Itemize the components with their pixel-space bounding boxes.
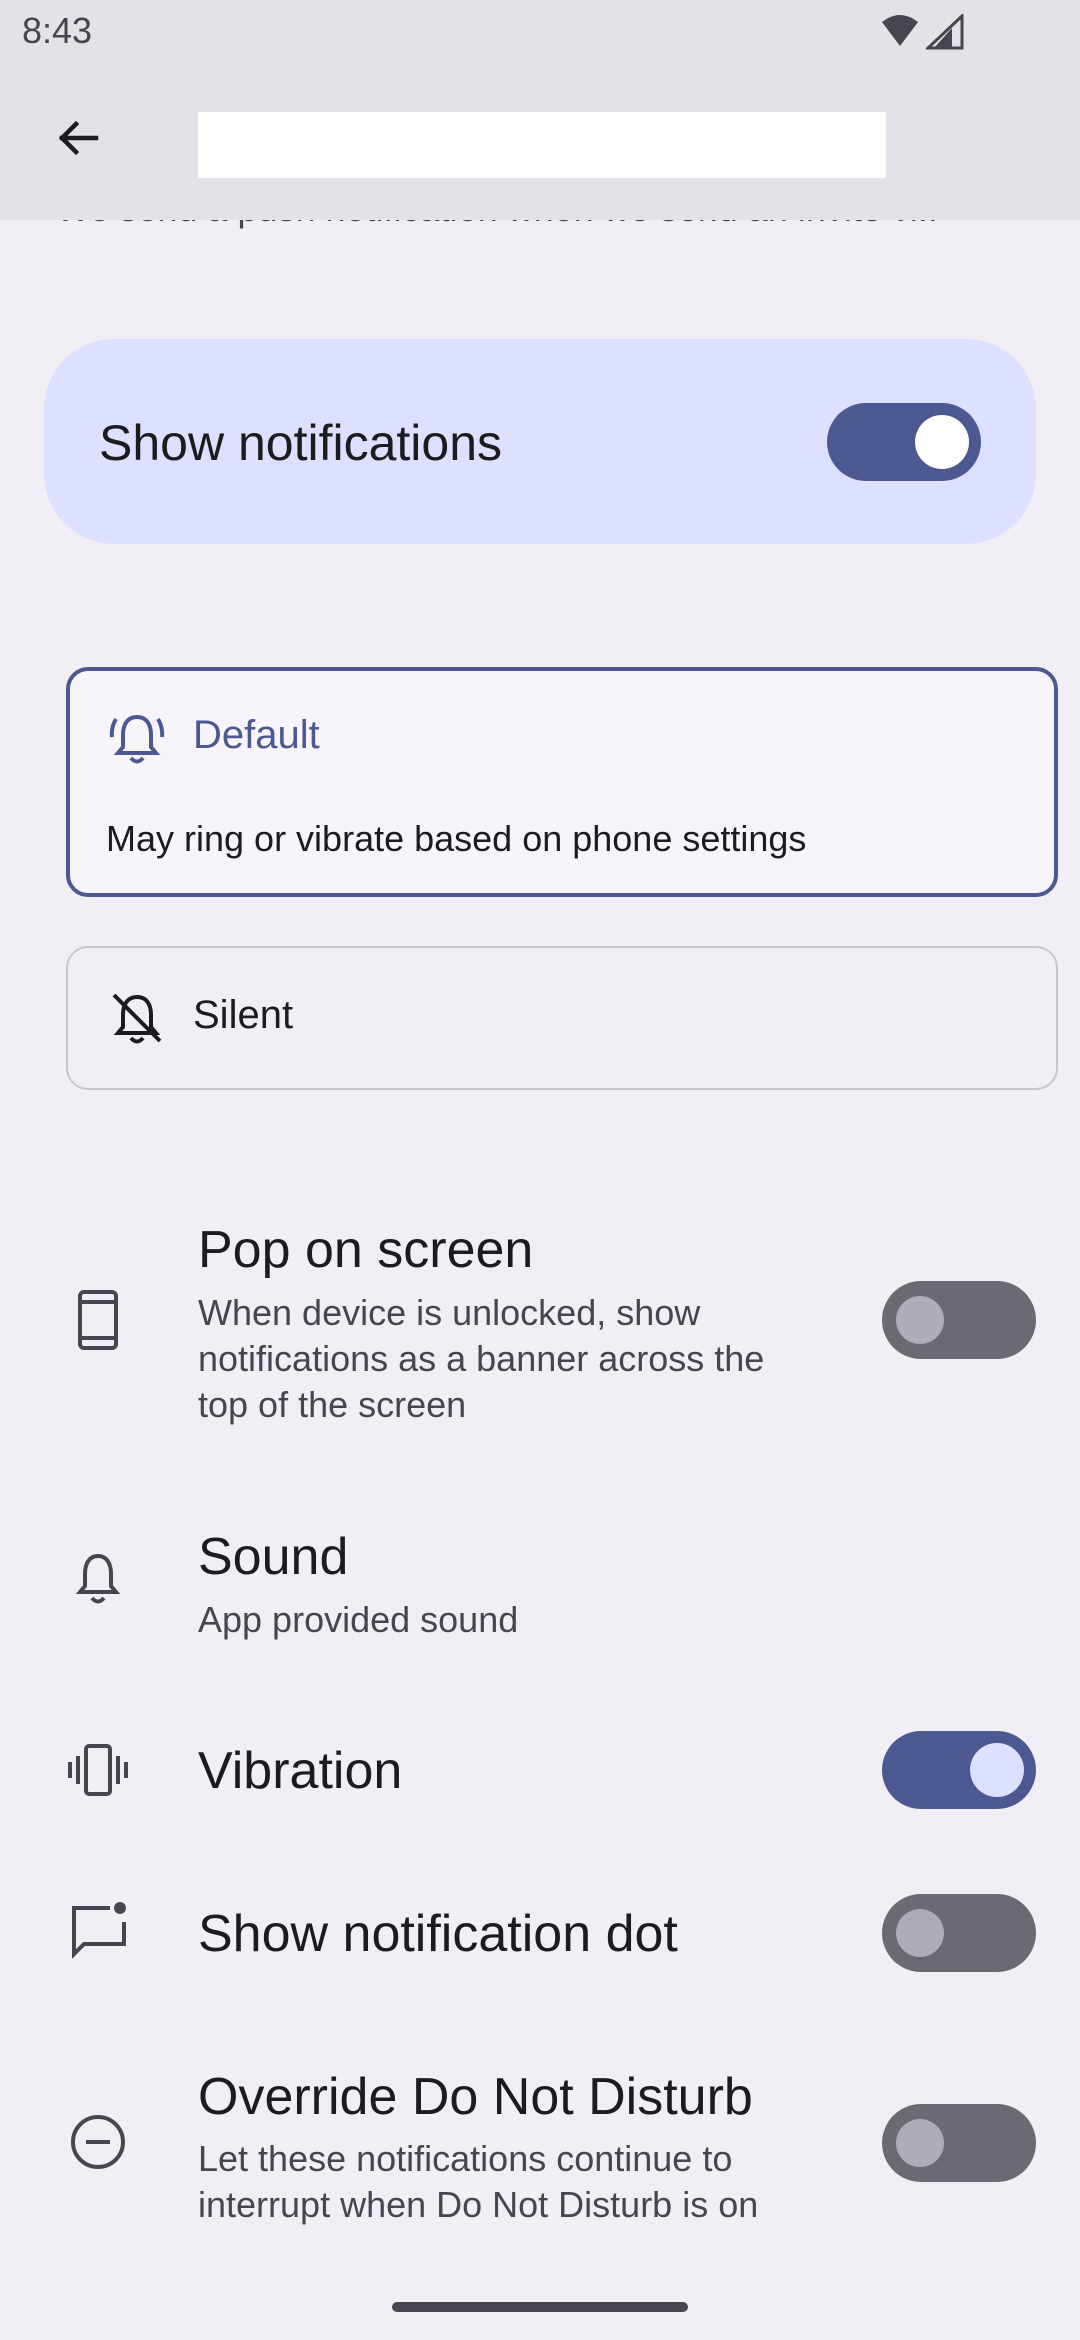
notification-dot-title: Show notification dot	[198, 1905, 678, 1963]
back-button[interactable]	[40, 100, 116, 176]
switch-thumb	[896, 1296, 944, 1344]
bell-icon	[70, 1550, 126, 1610]
show-notifications-label: Show notifications	[99, 415, 503, 471]
sound-title: Sound	[198, 1528, 349, 1586]
vibration-title: Vibration	[198, 1742, 403, 1800]
silent-option-title: Silent	[193, 993, 294, 1037]
override-dnd-title: Override Do Not Disturb	[198, 2068, 753, 2126]
bell-off-icon	[106, 987, 168, 1049]
vibration-switch[interactable]	[882, 1731, 1036, 1809]
switch-thumb	[896, 2119, 944, 2167]
cell-signal-icon	[924, 12, 964, 50]
home-indicator[interactable]	[392, 2302, 688, 2312]
channel-description: We send a push notification when we send…	[56, 220, 938, 230]
status-time: 8:43	[22, 10, 93, 51]
pop-on-screen-desc: When device is unlocked, show notificati…	[198, 1292, 765, 1425]
switch-thumb	[915, 415, 969, 469]
do-not-disturb-icon	[68, 2112, 128, 2172]
arrow-back-icon	[58, 120, 99, 156]
default-option-desc: May ring or vibrate based on phone setti…	[106, 818, 807, 859]
vibration-icon	[66, 1740, 130, 1800]
sound-desc: App provided sound	[198, 1599, 519, 1640]
pop-on-screen-title: Pop on screen	[198, 1221, 534, 1279]
switch-thumb	[970, 1743, 1024, 1797]
pop-on-screen-switch[interactable]	[882, 1281, 1036, 1359]
settings-list[interactable]: We send a push notification when we send…	[0, 220, 1080, 2340]
message-dot-icon	[66, 1898, 130, 1962]
sound-row[interactable]	[0, 1500, 1080, 1660]
override-dnd-desc: Let these notifications continue to inte…	[198, 2138, 759, 2225]
ringing-bell-icon	[106, 707, 168, 769]
wifi-icon	[880, 14, 920, 50]
switch-thumb	[896, 1909, 944, 1957]
default-option-card[interactable]	[66, 667, 1058, 897]
app-bar-title	[198, 112, 886, 178]
show-notifications-switch[interactable]	[827, 403, 981, 481]
notification-dot-switch[interactable]	[882, 1894, 1036, 1972]
default-option-title: Default	[193, 713, 320, 757]
override-dnd-switch[interactable]	[882, 2104, 1036, 2182]
phone-icon	[70, 1288, 126, 1352]
